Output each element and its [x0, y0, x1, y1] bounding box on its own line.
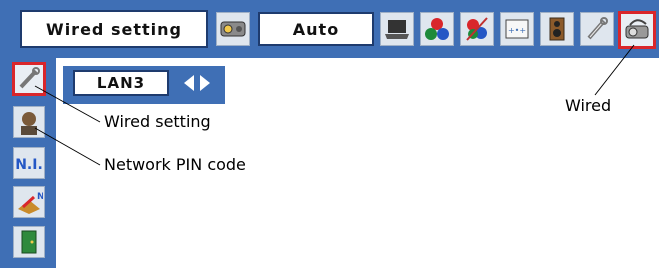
callout-lines — [34, 44, 635, 166]
callout-wired: Wired — [565, 96, 612, 115]
callout-network-pin: Network PIN code — [104, 155, 246, 174]
callout-wired-setting: Wired setting — [104, 112, 211, 131]
